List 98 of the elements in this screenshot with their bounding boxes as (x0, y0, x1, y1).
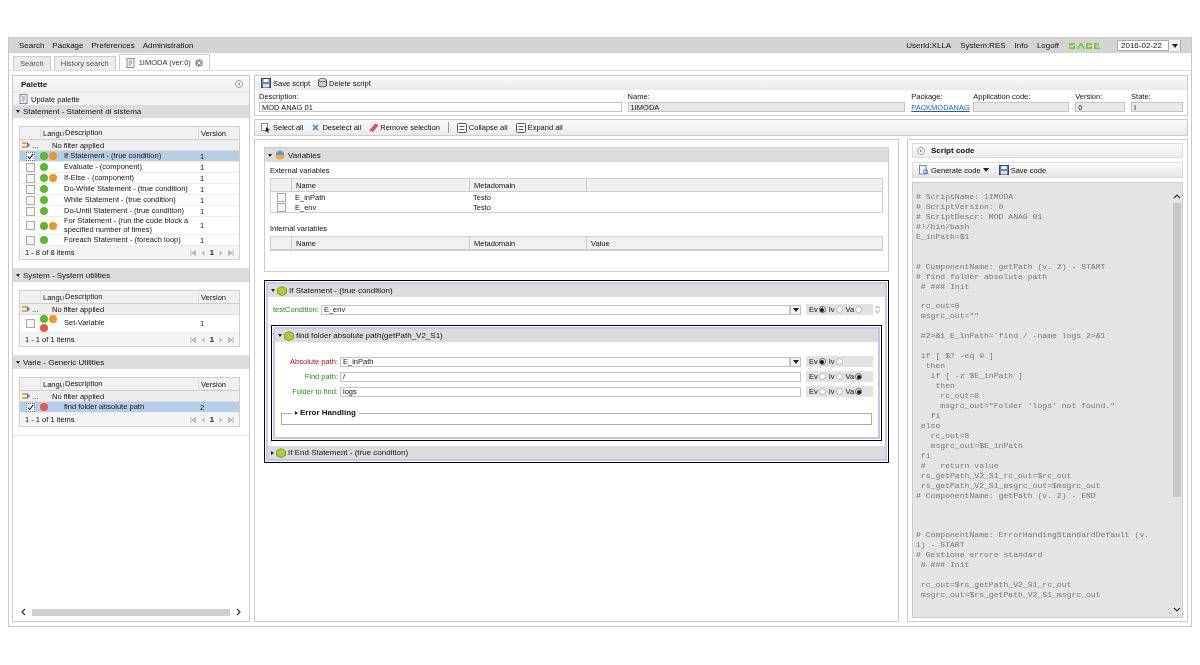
checkbox[interactable] (25, 184, 35, 194)
caret-icon[interactable] (16, 361, 20, 365)
first-page-icon[interactable] (189, 336, 196, 343)
menu-item[interactable]: Search (19, 41, 45, 50)
checkbox[interactable] (25, 402, 35, 412)
section-header[interactable]: System - System utilities (13, 269, 249, 283)
checkbox[interactable] (25, 235, 35, 245)
radio-button[interactable] (818, 388, 826, 395)
scroll-down-icon[interactable] (1172, 607, 1181, 612)
menu-item[interactable]: Administration (142, 41, 194, 50)
menu-item[interactable]: Package (52, 41, 84, 50)
caret-icon (792, 307, 799, 312)
radio-button[interactable] (835, 373, 843, 380)
section-header[interactable]: Statement - Statement di sistema (13, 105, 249, 118)
radio-button[interactable] (818, 358, 826, 365)
caret-icon[interactable] (271, 450, 274, 455)
next-page-icon[interactable] (219, 336, 223, 343)
date-field[interactable]: 2016-02-22 (1117, 40, 1181, 51)
caret-icon (1171, 43, 1178, 48)
checkbox[interactable] (25, 162, 35, 172)
statement-header[interactable]: If End Statement - (true condition) (268, 446, 885, 459)
cursor-icon (261, 122, 271, 133)
last-page-icon[interactable] (228, 336, 234, 343)
logo-icon (1068, 41, 1100, 50)
panel-header[interactable]: Variables (265, 148, 888, 162)
scroll-up-icon[interactable] (1172, 194, 1181, 199)
checkbox[interactable] (25, 221, 35, 231)
previous-page-icon[interactable] (200, 336, 205, 343)
header-link[interactable]: Logoff (1036, 41, 1059, 50)
checkbox[interactable] (25, 173, 35, 183)
input-field[interactable] (973, 102, 1070, 112)
document-icon (19, 94, 28, 104)
checkbox[interactable] (25, 195, 35, 205)
checkbox[interactable] (25, 319, 35, 329)
first-page-icon[interactable] (189, 249, 196, 256)
variables-icon (275, 150, 285, 160)
caret-icon[interactable] (271, 289, 275, 292)
statement-header[interactable]: find folder absolute path(getPath_V2_S1) (275, 329, 878, 342)
checkbox[interactable] (276, 192, 286, 202)
next-page-icon[interactable] (219, 416, 223, 423)
filter-icon (22, 305, 31, 313)
panel-header: Palette (13, 76, 249, 92)
radio-button[interactable] (855, 306, 863, 313)
spinner-icon[interactable] (875, 305, 880, 314)
next-page-icon[interactable] (219, 249, 223, 256)
caret-icon[interactable] (268, 153, 272, 157)
document-search-icon (919, 165, 929, 175)
dropdown-button[interactable] (790, 356, 801, 367)
system-text: System:RES (960, 41, 1006, 50)
close-icon[interactable] (194, 58, 203, 67)
list-icon (515, 122, 526, 133)
last-page-icon[interactable] (228, 416, 234, 423)
caret-icon[interactable] (278, 334, 282, 337)
save-icon (261, 78, 271, 88)
radio-button[interactable] (855, 388, 863, 395)
checkbox[interactable] (25, 206, 35, 216)
eraser-icon (369, 123, 379, 132)
list-icon (456, 122, 467, 133)
database-icon (318, 78, 328, 88)
cube-icon (277, 285, 287, 296)
filter-icon (22, 141, 31, 149)
x-icon (311, 123, 321, 132)
user-id-text: Userid:XLLA (906, 41, 952, 50)
section-header[interactable]: Varie - Generic Utilities (13, 356, 249, 370)
scroll-right-icon[interactable] (236, 608, 241, 616)
error-handling-toggle[interactable]: Error Handling (292, 408, 359, 417)
checkbox[interactable] (276, 202, 286, 212)
checkbox[interactable] (25, 151, 35, 161)
save-icon (998, 165, 1009, 175)
last-page-icon[interactable] (228, 249, 234, 256)
previous-page-icon[interactable] (200, 249, 205, 256)
document-icon (125, 57, 135, 68)
radio-button[interactable] (835, 388, 843, 395)
scroll-left-icon[interactable] (21, 608, 26, 616)
radio-button[interactable] (835, 306, 843, 313)
caret-icon[interactable] (16, 110, 20, 113)
radio-button[interactable] (835, 358, 843, 365)
radio-button[interactable] (818, 306, 826, 313)
collapse-icon[interactable] (917, 146, 925, 155)
scrollbar[interactable] (32, 608, 230, 616)
radio-button[interactable] (818, 373, 826, 380)
statement-block[interactable] (264, 280, 889, 463)
panel-header: Script code (912, 143, 1183, 158)
cube-icon (276, 447, 286, 458)
cube-icon (284, 330, 294, 341)
dropdown-button[interactable] (790, 304, 801, 315)
collapse-icon[interactable] (235, 80, 243, 88)
statement-header[interactable]: If Statement - (true condition) (268, 284, 885, 297)
scrollbar[interactable] (1172, 203, 1181, 497)
header-link[interactable]: Info (1014, 41, 1028, 50)
caret-icon[interactable] (16, 274, 20, 278)
caret-icon[interactable] (295, 410, 298, 415)
first-page-icon[interactable] (189, 416, 196, 423)
caret-icon (792, 359, 799, 364)
radio-button[interactable] (855, 373, 863, 380)
previous-page-icon[interactable] (200, 416, 205, 423)
filter-icon (22, 392, 31, 400)
menu-item[interactable]: Preferences (91, 41, 135, 50)
